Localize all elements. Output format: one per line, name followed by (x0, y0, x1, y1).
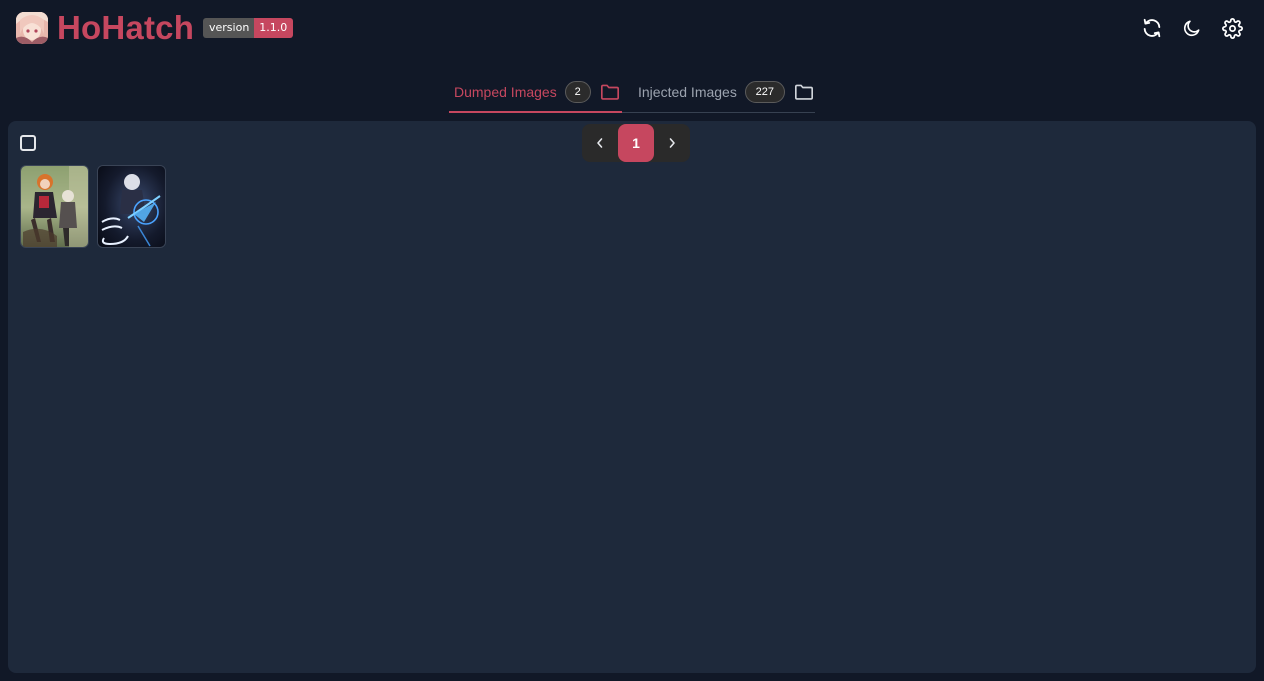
tab-injected-images[interactable]: Injected Images 227 (638, 72, 814, 112)
dumped-image-1 (21, 166, 88, 247)
page-1-button[interactable]: 1 (618, 124, 654, 162)
app-logo (16, 12, 48, 44)
image-thumbnail[interactable] (20, 165, 89, 248)
app-window: HoHatch version 1.1.0 Dumped Images 2 In… (0, 0, 1264, 681)
pagination: 1 (582, 124, 690, 162)
refresh-icon (1143, 18, 1161, 38)
dumped-count-badge: 2 (564, 80, 591, 103)
header: HoHatch version 1.1.0 (0, 0, 1264, 56)
dumped-image-2 (98, 166, 165, 247)
select-all-checkbox[interactable] (20, 135, 36, 151)
next-page-button[interactable] (654, 124, 690, 162)
gear-icon (1221, 17, 1243, 39)
prev-page-button[interactable] (582, 124, 618, 162)
version-number: 1.1.0 (254, 18, 294, 38)
folder-icon (600, 84, 619, 100)
image-tabs: Dumped Images 2 Injected Images 227 (449, 72, 815, 113)
images-panel: 1 (8, 121, 1256, 673)
chevron-left-icon (597, 138, 603, 148)
version-label: version (203, 18, 255, 38)
injected-count-badge: 227 (744, 81, 785, 103)
image-thumbnail[interactable] (97, 165, 166, 248)
open-injected-folder-button[interactable] (794, 82, 814, 102)
theme-toggle-button[interactable] (1180, 16, 1204, 40)
refresh-button[interactable] (1140, 16, 1164, 40)
tab-injected-label: Injected Images (638, 84, 737, 100)
open-dumped-folder-button[interactable] (600, 82, 620, 102)
chevron-right-icon (669, 138, 675, 148)
version-badge: version 1.1.0 (203, 18, 294, 38)
tab-dumped-label: Dumped Images (454, 83, 557, 100)
app-title: HoHatch (57, 9, 195, 46)
settings-button[interactable] (1220, 16, 1244, 40)
folder-icon (794, 84, 813, 100)
tab-dumped-images[interactable]: Dumped Images 2 (449, 72, 622, 113)
moon-icon (1183, 20, 1200, 37)
